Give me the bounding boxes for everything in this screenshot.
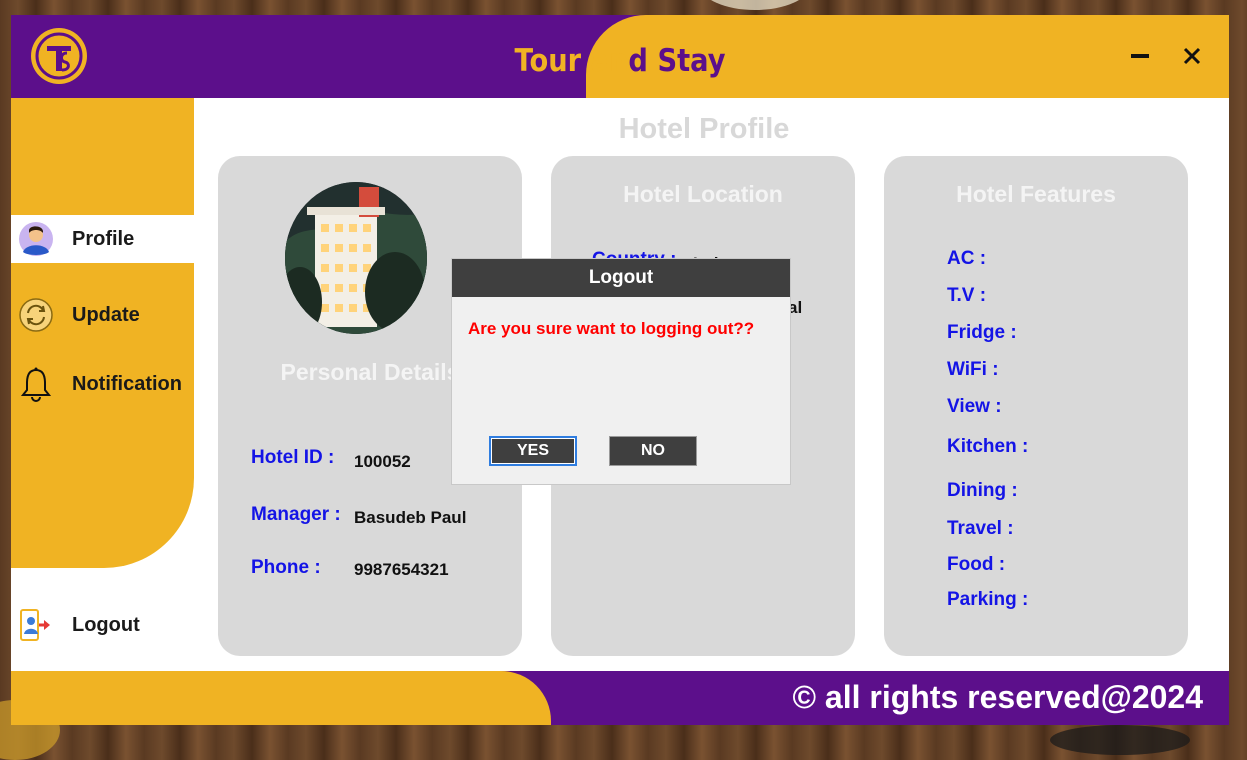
feature-food-label: Food : (947, 554, 1006, 575)
dialog-title: Logout (452, 259, 790, 297)
hotel-id-label: Hotel ID : (251, 447, 335, 468)
feature-ac-label: AC : (947, 248, 987, 269)
feature-tv-label: T.V : (947, 285, 987, 306)
page-title: Hotel Profile (618, 113, 790, 145)
phone-value: 9987654321 (354, 560, 449, 579)
copyright-text: © all rights reserved@2024 (792, 679, 1203, 715)
close-icon (1183, 47, 1201, 65)
background-decoration (700, 0, 810, 10)
footer-bar: © all rights reserved@2024 (11, 671, 1229, 725)
feature-view-label: View : (947, 396, 1002, 417)
hotel-photo (285, 182, 427, 334)
dialog-message: Are you sure want to logging out?? (468, 319, 755, 338)
feature-kitchen-label: Kitchen : (947, 436, 1029, 457)
footer-accent (11, 671, 551, 725)
logout-icon (18, 607, 54, 643)
phone-label: Phone : (251, 557, 321, 578)
feature-dining-label: Dining : (947, 480, 1018, 501)
yes-button[interactable]: YES (489, 436, 577, 466)
sidebar-item-notification[interactable]: Notification (11, 360, 194, 408)
minimize-icon (1131, 54, 1149, 58)
logout-dialog: Logout Are you sure want to logging out?… (452, 259, 790, 484)
hotel-features-title: Hotel Features (956, 181, 1116, 207)
location-value: al (788, 298, 803, 317)
feature-travel-label: Travel : (947, 518, 1014, 539)
app-logo (31, 28, 87, 84)
app-title-part1: Tour an (514, 43, 629, 79)
logout-button[interactable]: Logout (11, 601, 194, 649)
background-decoration (1050, 725, 1190, 755)
app-title-part2: d Stay (628, 43, 726, 79)
header-bar: Tour and Stay (11, 15, 1229, 98)
refresh-icon (18, 297, 54, 333)
minimize-button[interactable] (1125, 41, 1155, 71)
manager-label: Manager : (251, 504, 341, 525)
feature-parking-label: Parking : (947, 589, 1029, 610)
feature-fridge-label: Fridge : (947, 322, 1017, 343)
user-avatar-icon (18, 221, 54, 257)
sidebar-item-profile[interactable]: Profile (11, 215, 194, 263)
bell-icon (18, 366, 54, 402)
hotel-id-value: 100052 (354, 452, 411, 471)
hotel-location-title: Hotel Location (623, 181, 783, 207)
feature-wifi-label: WiFi : (947, 359, 999, 380)
sidebar-item-label: Notification (72, 372, 182, 395)
sidebar-item-label: Profile (72, 227, 135, 250)
sidebar-logout-label: Logout (72, 613, 140, 636)
no-button[interactable]: NO (609, 436, 697, 466)
manager-value: Basudeb Paul (354, 508, 467, 527)
close-button[interactable] (1177, 41, 1207, 71)
hotel-features-card: Hotel Features AC : T.V : Fridge : WiFi … (884, 156, 1188, 656)
app-title: Tour and Stay (84, 43, 1156, 79)
sidebar-item-label: Update (72, 303, 140, 326)
sidebar-item-update[interactable]: Update (11, 291, 194, 339)
